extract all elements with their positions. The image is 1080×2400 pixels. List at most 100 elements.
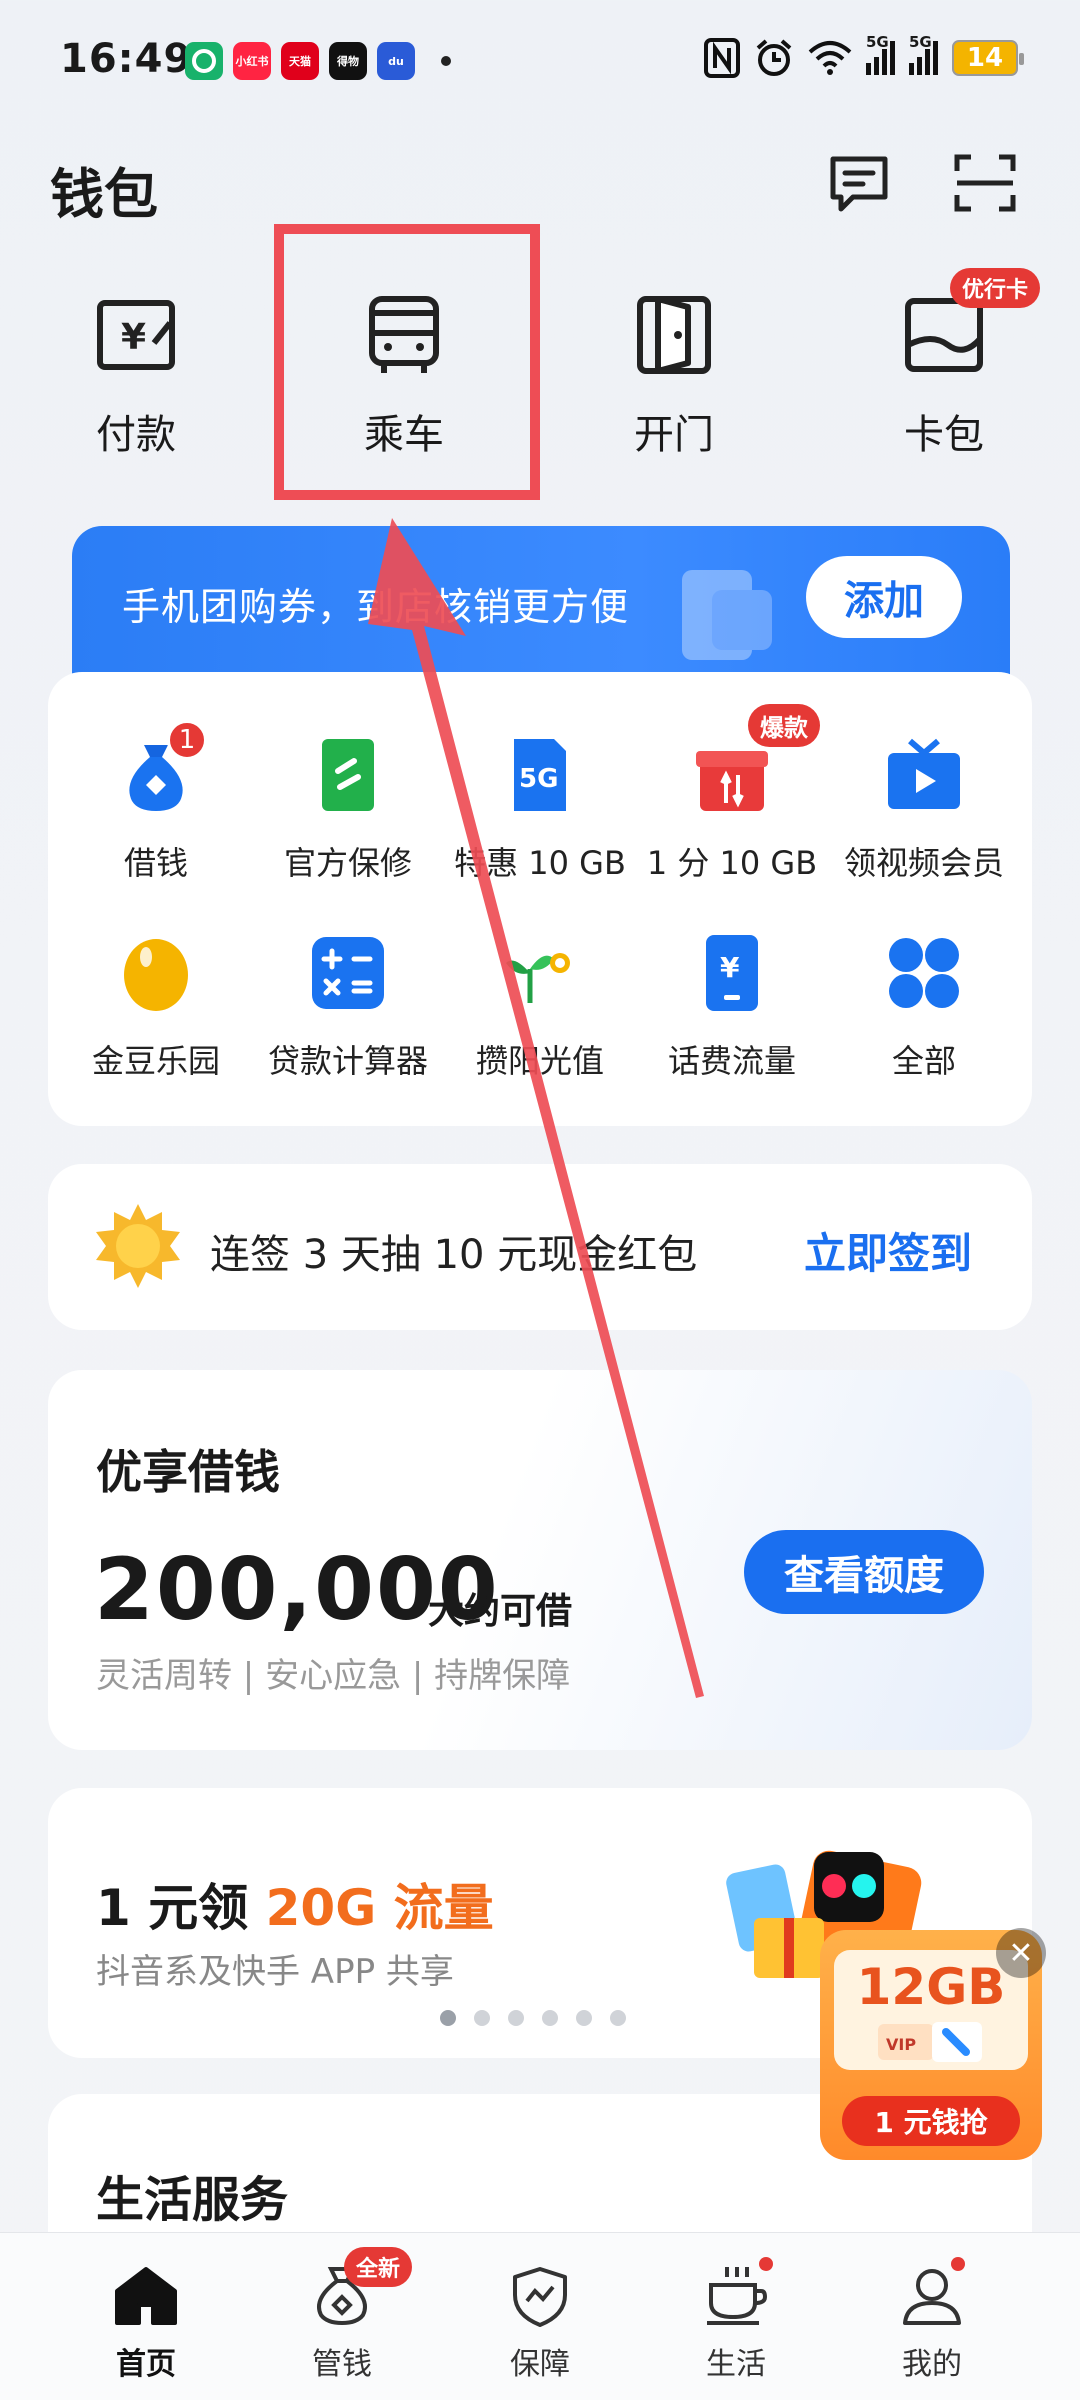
- tv-icon: [879, 730, 969, 820]
- more-notifications-icon: [441, 56, 451, 66]
- app-icon: 小红书: [233, 42, 271, 80]
- signal-1-label: 5G: [866, 33, 889, 51]
- sprout-icon: [495, 928, 585, 1018]
- promo-add-button[interactable]: 添加: [806, 556, 962, 638]
- nav-label: 管钱: [312, 2347, 372, 2382]
- loan-title: 优享借钱: [96, 1445, 280, 1499]
- service-golden-bean[interactable]: 金豆乐园: [58, 928, 254, 1082]
- scan-button[interactable]: [950, 148, 1020, 218]
- carousel-dot[interactable]: [576, 2010, 592, 2026]
- alarm-icon: [756, 39, 792, 76]
- service-label: 攒阳光值: [475, 1042, 604, 1080]
- loan-tags: 灵活周转 | 安心应急 | 持牌保障: [96, 1656, 571, 1696]
- money-bag-icon: 1: [111, 720, 207, 820]
- yuan-card-icon: ¥: [91, 290, 181, 380]
- svg-text:5G: 5G: [519, 764, 558, 794]
- new-badge: 全新: [344, 2247, 413, 2287]
- service-label: 借钱: [123, 844, 188, 882]
- quick-action-pay[interactable]: ¥ 付款: [36, 290, 236, 460]
- app-icon: 得物: [329, 42, 367, 80]
- coffee-cup-icon: [701, 2257, 773, 2331]
- carousel-dot[interactable]: [440, 2010, 456, 2026]
- service-bill-data[interactable]: ¥ 话费流量: [634, 928, 830, 1082]
- service-borrow[interactable]: 1 借钱: [58, 720, 254, 884]
- close-icon[interactable]: ✕: [996, 1928, 1046, 1978]
- service-all[interactable]: 全部: [826, 928, 1022, 1082]
- borrow-badge: 1: [167, 720, 207, 760]
- hot-badge: 爆款: [748, 704, 820, 747]
- phone-bill-icon: ¥: [687, 928, 777, 1018]
- promo-banner[interactable]: 手机团购券，到店核销更方便 添加: [72, 526, 1010, 696]
- app-icon: 天猫: [281, 42, 319, 80]
- calculator-icon: [303, 928, 393, 1018]
- warranty-icon: [303, 730, 393, 820]
- service-label: 官方保修: [283, 844, 412, 882]
- carousel-dot[interactable]: [610, 2010, 626, 2026]
- service-label: 全部: [891, 1042, 956, 1080]
- data-offer-subtitle: 抖音系及快手 APP 共享: [96, 1952, 454, 1992]
- door-icon: [629, 290, 719, 380]
- floating-ad-size: 12GB: [856, 1958, 1006, 2016]
- floating-ad-card: 12GB VIP: [834, 1950, 1028, 2070]
- user-icon: [897, 2257, 967, 2331]
- nav-me[interactable]: 我的: [852, 2257, 1012, 2383]
- nav-life[interactable]: 生活: [656, 2257, 816, 2383]
- service-label: 1 分 10 GB: [646, 844, 818, 882]
- sun-icon: [96, 1204, 180, 1288]
- carousel-dot[interactable]: [474, 2010, 490, 2026]
- nav-protection[interactable]: 保障: [460, 2261, 620, 2383]
- floating-ad-buy-button[interactable]: 1 元钱抢: [842, 2096, 1020, 2146]
- service-warranty[interactable]: 官方保修: [250, 730, 446, 884]
- life-service-title: 生活服务: [96, 2172, 289, 2228]
- view-credit-button[interactable]: 查看额度: [744, 1530, 984, 1614]
- wifi-icon: [808, 41, 852, 75]
- services-card: 1 借钱 官方保修 5G 特惠 10 GB 1 分 10 GB 爆款 领视频会员…: [48, 672, 1032, 1126]
- nav-label: 首页: [116, 2347, 176, 2382]
- nav-label: 生活: [706, 2347, 766, 2382]
- quick-action-card-wallet[interactable]: 卡包: [844, 290, 1044, 460]
- quick-action-door[interactable]: 开门: [574, 290, 774, 460]
- quick-action-label: 付款: [96, 412, 176, 458]
- carousel-dots: [440, 2010, 626, 2026]
- service-1fen-10gb[interactable]: 1 分 10 GB: [634, 730, 830, 884]
- quick-action-label: 开门: [634, 412, 714, 458]
- status-bar: 16:49 小红书 天猫 得物 du 5G 5G 14: [0, 0, 1080, 120]
- nfc-icon: [704, 38, 740, 78]
- service-label: 话费流量: [667, 1042, 796, 1080]
- annotation-highlight-box: [274, 224, 540, 500]
- data-offer-title-prefix: 1 元领: [96, 1879, 266, 1937]
- battery-indicator: 14: [952, 40, 1024, 76]
- signal-1-icon: 5G: [866, 33, 895, 75]
- nav-label: 我的: [902, 2347, 962, 2382]
- svg-text:¥: ¥: [720, 951, 740, 984]
- bottom-nav: 首页 管钱 全新 保障 生活 我的: [0, 2232, 1080, 2400]
- signin-card[interactable]: 连签 3 天抽 10 元现金红包 立即签到: [48, 1164, 1032, 1330]
- data-offer-title-highlight: 20G 流量: [265, 1879, 494, 1937]
- signin-now-button[interactable]: 立即签到: [804, 1220, 972, 1281]
- me-notification-dot: [951, 2257, 965, 2271]
- nav-home[interactable]: 首页: [66, 2261, 226, 2383]
- home-icon: [111, 2261, 181, 2331]
- quick-actions: ¥ 付款 乘车 开门 卡包 优行卡: [0, 268, 1080, 480]
- bean-icon: [111, 928, 201, 1018]
- service-data-10gb[interactable]: 5G 特惠 10 GB: [442, 730, 638, 884]
- service-video-vip[interactable]: 领视频会员: [826, 730, 1022, 884]
- carousel-dot[interactable]: [542, 2010, 558, 2026]
- carousel-dot[interactable]: [508, 2010, 524, 2026]
- loan-unit-label: 大约可借: [428, 1591, 573, 1632]
- status-time: 16:49: [60, 36, 193, 82]
- promo-text: 手机团购券，到店核销更方便: [122, 585, 630, 629]
- message-button[interactable]: [824, 148, 894, 218]
- service-loan-calculator[interactable]: 贷款计算器: [250, 928, 446, 1082]
- loan-card[interactable]: 优享借钱 200,000 大约可借 灵活周转 | 安心应急 | 持牌保障 查看额…: [48, 1370, 1032, 1750]
- status-indicators: 5G 5G 14: [704, 33, 1024, 78]
- scan-icon: [954, 154, 1016, 212]
- service-label: 特惠 10 GB: [454, 844, 626, 882]
- svg-text:VIP: VIP: [886, 2035, 916, 2054]
- life-notification-dot: [759, 2257, 773, 2271]
- service-sunshine[interactable]: 攒阳光值: [442, 928, 638, 1082]
- shield-icon: [505, 2261, 575, 2331]
- page-title: 钱包: [50, 163, 158, 226]
- app-icon: du: [377, 42, 415, 80]
- signal-2-icon: 5G: [909, 33, 938, 75]
